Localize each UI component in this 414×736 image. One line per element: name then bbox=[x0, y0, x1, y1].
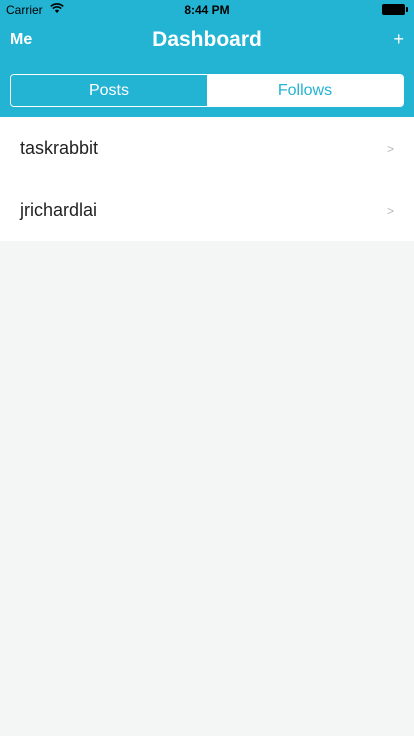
tab-posts[interactable]: Posts bbox=[11, 75, 207, 106]
add-button[interactable]: + bbox=[393, 29, 404, 50]
chevron-right-icon: > bbox=[386, 142, 394, 156]
clock: 8:44 PM bbox=[184, 3, 230, 17]
segment-bar: Posts Follows bbox=[0, 64, 414, 117]
list-item-label: jrichardlai bbox=[20, 200, 98, 220]
chevron-right-icon: > bbox=[386, 204, 394, 218]
follows-list: taskrabbit > jrichardlai > bbox=[0, 117, 414, 241]
navigation-bar: Me Dashboard + bbox=[0, 20, 414, 64]
battery-icon bbox=[382, 4, 408, 15]
status-bar: Carrier 8:44 PM bbox=[0, 0, 414, 20]
page-title: Dashboard bbox=[152, 28, 262, 51]
segmented-control: Posts Follows bbox=[10, 74, 404, 107]
list-item-label: taskrabbit bbox=[20, 138, 99, 158]
list-item[interactable]: jrichardlai > bbox=[0, 179, 414, 241]
tab-follows[interactable]: Follows bbox=[207, 75, 403, 106]
list-item[interactable]: taskrabbit > bbox=[0, 117, 414, 179]
